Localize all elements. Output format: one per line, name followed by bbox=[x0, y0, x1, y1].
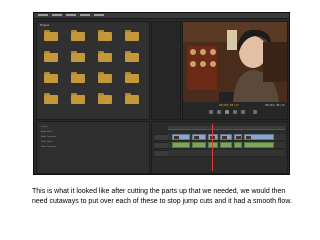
video-track[interactable] bbox=[168, 134, 285, 141]
menu-item-sequence[interactable] bbox=[94, 14, 104, 16]
audio-clip[interactable] bbox=[192, 142, 206, 148]
timeline-panel bbox=[151, 121, 288, 174]
effects-row[interactable]: Video Transitions bbox=[41, 146, 56, 149]
folder-icon[interactable] bbox=[44, 30, 58, 41]
folder-icon[interactable] bbox=[71, 72, 85, 83]
audio-clip[interactable] bbox=[234, 142, 242, 148]
folder-icon[interactable] bbox=[44, 72, 58, 83]
effects-row[interactable]: Audio Effects bbox=[41, 131, 53, 134]
slide-caption: This is what it looked like after cuttin… bbox=[32, 188, 292, 205]
export-frame-icon[interactable] bbox=[253, 110, 257, 114]
effects-row[interactable]: Audio Transitions bbox=[41, 136, 56, 139]
program-monitor: 00;00;05;17 00;02;40;11 bbox=[182, 21, 288, 120]
effects-row[interactable]: Video Effects bbox=[41, 141, 53, 144]
folder-icon[interactable] bbox=[125, 51, 139, 62]
folder-icon[interactable] bbox=[98, 72, 112, 83]
video-clip[interactable] bbox=[234, 134, 242, 140]
folder-icon[interactable] bbox=[71, 51, 85, 62]
step-forward-icon[interactable] bbox=[241, 110, 245, 114]
source-monitor bbox=[151, 21, 181, 120]
folder-icon[interactable] bbox=[125, 72, 139, 83]
menu-item-clip[interactable] bbox=[80, 14, 90, 16]
audio-clip[interactable] bbox=[172, 142, 190, 148]
video-frame bbox=[183, 22, 287, 102]
timecode-current: 00;00;05;17 bbox=[219, 103, 239, 107]
video-clip[interactable] bbox=[172, 134, 190, 140]
folder-icon[interactable] bbox=[125, 93, 139, 104]
play-icon[interactable] bbox=[225, 110, 229, 114]
effects-panel: Presets Audio Effects Audio Transitions … bbox=[36, 121, 150, 174]
folder-icon[interactable] bbox=[98, 51, 112, 62]
effects-row[interactable]: Presets bbox=[41, 126, 48, 129]
track-header-audio-1[interactable] bbox=[153, 142, 169, 149]
folder-icon[interactable] bbox=[71, 93, 85, 104]
menu-bar bbox=[34, 13, 289, 19]
video-frame-image bbox=[183, 22, 287, 102]
timecode-duration: 00;02;40;11 bbox=[265, 103, 285, 107]
audio-track-1[interactable] bbox=[168, 142, 285, 149]
track-header-audio-2[interactable] bbox=[153, 150, 169, 157]
project-panel: Project bbox=[36, 21, 150, 120]
audio-track-2[interactable] bbox=[168, 150, 285, 157]
track-header-video[interactable] bbox=[153, 134, 169, 141]
audio-clip[interactable] bbox=[208, 142, 218, 148]
menu-item-project[interactable] bbox=[66, 14, 76, 16]
video-clip[interactable] bbox=[208, 134, 218, 140]
audio-clip[interactable] bbox=[244, 142, 274, 148]
folder-icon[interactable] bbox=[98, 30, 112, 41]
step-back-icon[interactable] bbox=[209, 110, 213, 114]
playhead[interactable] bbox=[212, 124, 213, 171]
folder-icon[interactable] bbox=[44, 51, 58, 62]
menu-item-edit[interactable] bbox=[52, 14, 62, 16]
time-ruler[interactable] bbox=[168, 126, 285, 130]
folder-grid bbox=[41, 30, 145, 116]
folder-icon[interactable] bbox=[98, 93, 112, 104]
folder-icon[interactable] bbox=[125, 30, 139, 41]
audio-clip[interactable] bbox=[220, 142, 232, 148]
fast-forward-icon[interactable] bbox=[233, 110, 237, 114]
menu-item-file[interactable] bbox=[38, 14, 48, 16]
folder-icon[interactable] bbox=[44, 93, 58, 104]
premiere-screenshot: Project 00;00;05;17 00;02;40;11 Presets … bbox=[33, 12, 290, 175]
folder-icon[interactable] bbox=[71, 30, 85, 41]
project-panel-title: Project bbox=[40, 23, 50, 27]
video-clip[interactable] bbox=[192, 134, 206, 140]
video-clip[interactable] bbox=[220, 134, 232, 140]
video-clip[interactable] bbox=[244, 134, 274, 140]
rewind-icon[interactable] bbox=[217, 110, 221, 114]
transport-controls bbox=[203, 110, 267, 115]
